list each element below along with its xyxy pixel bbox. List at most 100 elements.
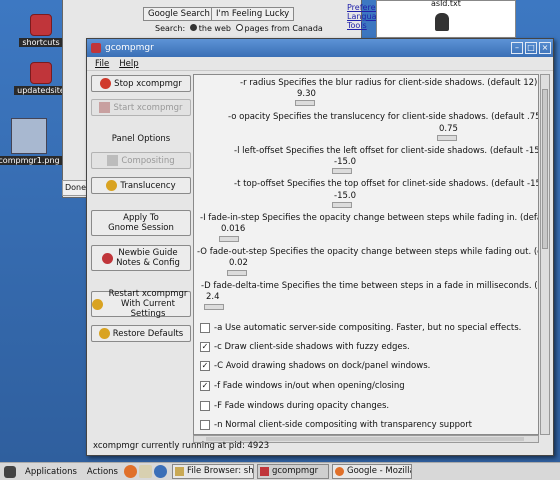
task-file-browser-label: File Browser: sho (186, 466, 254, 476)
option-opacity-value: 0.75 (439, 124, 458, 134)
vertical-scrollbar-thumb[interactable] (542, 89, 548, 249)
checkbox-normal-compositing-label: -n Normal client-side compositing with t… (214, 420, 473, 430)
taskbar: Applications Actions File Browser: sho g… (0, 462, 560, 480)
option-fade-out-step-slider[interactable] (227, 270, 247, 276)
status-text: xcompmgr currently running at pid: 4923 (93, 441, 270, 451)
task-gcompmgr[interactable]: gcompmgr (256, 464, 329, 479)
option-fade-delta-slider[interactable] (204, 304, 224, 310)
task-google-mozilla-label: Google - Mozilla F (346, 466, 412, 476)
option-top-offset-value: -15.0 (334, 191, 356, 201)
stop-label: Stop xcompmgr (114, 78, 182, 89)
stop-xcompmgr-button[interactable]: Stop xcompmgr (91, 75, 191, 92)
checkbox-fade-opacity-label: -F Fade windows during opacity changes. (214, 401, 390, 411)
newbie-label-line2: Notes & Config (116, 258, 180, 268)
radio-web-label: the web (198, 24, 231, 33)
background-file-window: asld.txt (376, 0, 516, 38)
search-label: Search: the web pages from Canada (155, 24, 323, 33)
option-fade-in-step-value: 0.016 (221, 224, 246, 234)
mail-icon[interactable] (138, 465, 152, 478)
feeling-lucky-button[interactable]: I'm Feeling Lucky (211, 7, 295, 21)
newbie-label-line1: Newbie Guide (118, 248, 178, 258)
apply-label-line1: Apply To (123, 213, 159, 223)
app-icon (91, 43, 101, 53)
radio-selected-icon[interactable] (189, 24, 197, 31)
image-thumbnail-icon (11, 118, 47, 154)
translucency-label: Translucency (120, 180, 176, 191)
translucency-button[interactable]: Translucency (91, 177, 191, 194)
restart-xcompmgr-button[interactable]: Restart xcompmgr With Current Settings (91, 289, 191, 319)
restore-label: Restore Defaults (112, 328, 184, 339)
newbie-label: Newbie Guide Notes & Config (116, 248, 180, 268)
firefox-icon[interactable] (123, 465, 137, 478)
compositing-icon (107, 155, 119, 166)
panel-options-heading: Panel Options (111, 134, 171, 144)
restart-label-line2: With Current Settings (121, 299, 175, 319)
menu-help[interactable]: Help (119, 59, 138, 69)
option-left-offset-value: -15.0 (334, 157, 356, 167)
help-icon (102, 252, 114, 264)
checkbox-avoid-dock-shadows[interactable]: ✓ (200, 361, 210, 371)
chat-icon[interactable] (153, 465, 167, 478)
option-radius-slider[interactable] (295, 100, 315, 106)
task-file-browser[interactable]: File Browser: sho (171, 464, 254, 479)
folder-icon (30, 14, 52, 36)
translucency-icon (106, 180, 118, 191)
desktop-icon-label: compmgr1.png (0, 156, 63, 165)
option-left-offset-label: -l left-offset Specifies the left offset… (234, 146, 539, 156)
restart-label-line1: Restart xcompmgr (108, 289, 188, 299)
vertical-scrollbar[interactable] (540, 74, 550, 435)
close-icon[interactable]: × (539, 42, 551, 54)
google-search-button[interactable]: Google Search (143, 7, 215, 21)
option-fade-in-step-label: -I fade-in-step Specifies the opacity ch… (200, 213, 538, 223)
checkbox-fuzzy-shadows-label: -c Draw client-side shadows with fuzzy e… (214, 342, 410, 352)
task-gcompmgr-label: gcompmgr (271, 466, 319, 476)
restore-icon (98, 328, 110, 339)
compositing-button[interactable]: Compositing (91, 152, 191, 169)
checkbox-fade-open-close[interactable]: ✓ (200, 381, 210, 391)
penguin-icon (435, 13, 449, 31)
window-title: gcompmgr (105, 43, 154, 53)
newbie-guide-button[interactable]: Newbie Guide Notes & Config (91, 245, 191, 271)
radio-unselected-icon[interactable] (235, 24, 243, 31)
checkbox-fade-opacity[interactable] (200, 401, 210, 411)
menu-bar: File Help (87, 57, 553, 71)
start-xcompmgr-button[interactable]: Start xcompmgr (91, 99, 191, 116)
checkbox-fade-open-close-label: -f Fade windows in/out when opening/clos… (214, 381, 405, 391)
option-opacity-label: -o opacity Specifies the translucency fo… (228, 112, 539, 122)
option-top-offset-slider[interactable] (332, 202, 352, 208)
checkbox-avoid-dock-shadows-label: -C Avoid drawing shadows on dock/panel w… (214, 361, 431, 371)
background-partial-button[interactable]: Done (62, 180, 88, 196)
actions-menu[interactable]: Actions (82, 467, 123, 477)
start-icon (99, 102, 111, 113)
checkbox-normal-compositing[interactable] (200, 420, 210, 430)
search-label-text: Search: (155, 24, 186, 33)
option-opacity-slider[interactable] (437, 135, 457, 141)
desktop-icon-compmgr1[interactable]: compmgr1.png (0, 118, 64, 165)
window-titlebar[interactable]: gcompmgr (87, 39, 553, 57)
start-label: Start xcompmgr (113, 102, 183, 113)
checkbox-server-side-label: -a Use automatic server-side compositing… (214, 323, 522, 333)
restore-defaults-button[interactable]: Restore Defaults (91, 325, 191, 342)
checkbox-fuzzy-shadows[interactable]: ✓ (200, 342, 210, 352)
menu-file[interactable]: File (95, 59, 109, 69)
file-name[interactable]: asld.txt (431, 0, 461, 8)
option-fade-out-step-value: 0.02 (229, 258, 248, 268)
restart-icon (92, 298, 103, 310)
desktop-icon-label: updatedsite (14, 86, 68, 95)
minimize-icon[interactable]: – (511, 42, 523, 54)
option-fade-delta-value: 2.4 (206, 292, 220, 302)
maximize-icon[interactable]: □ (525, 42, 537, 54)
gcompmgr-window: gcompmgr – □ × File Help Stop xcompmgr S… (86, 38, 554, 456)
option-fade-delta-label: -D fade-delta-time Specifies the time be… (201, 281, 538, 291)
option-fade-in-step-slider[interactable] (219, 236, 239, 242)
option-fade-out-step-label: -O fade-out-step Specifies the opacity c… (197, 247, 538, 257)
apply-gnome-session-button[interactable]: Apply To Gnome Session (91, 210, 191, 236)
checkbox-server-side[interactable] (200, 323, 210, 333)
task-google-mozilla[interactable]: Google - Mozilla F (331, 464, 412, 479)
option-left-offset-slider[interactable] (332, 168, 352, 174)
folder-icon (30, 62, 52, 84)
applications-menu[interactable]: Applications (20, 467, 82, 477)
compositing-label: Compositing (121, 155, 175, 166)
gnome-foot-icon[interactable] (4, 465, 16, 478)
restart-label: Restart xcompmgr With Current Settings (106, 289, 190, 319)
